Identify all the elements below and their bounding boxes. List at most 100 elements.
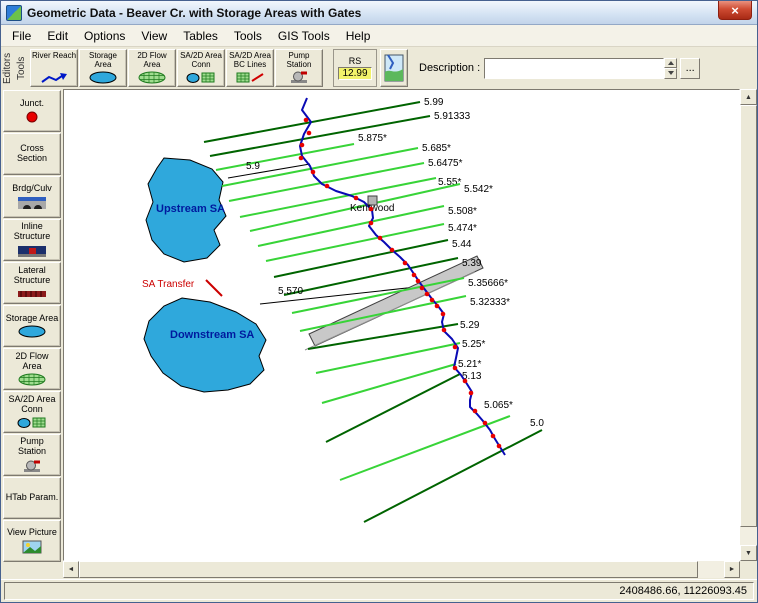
menu-item-help[interactable]: Help — [338, 26, 379, 46]
title-bar[interactable]: Geometric Data - Beaver Cr. with Storage… — [1, 1, 757, 25]
cross-section-line[interactable] — [274, 240, 448, 277]
station-label: 5.474* — [448, 223, 477, 234]
levee-band[interactable] — [309, 256, 483, 346]
bank-station-dot — [469, 391, 474, 396]
bank-station-dot — [311, 170, 316, 175]
bank-station-dot — [473, 409, 478, 414]
sa-2d-area-bc-lines-label: SA/2D Area BC Lines — [228, 52, 272, 70]
menu-item-tables[interactable]: Tables — [175, 26, 226, 46]
sidebar-item-label: SA/2D Area Conn — [5, 395, 59, 415]
bank-station-dot — [403, 261, 408, 266]
map-icon — [384, 54, 404, 82]
station-label: 5.35666* — [468, 278, 508, 289]
spinner-up-icon[interactable] — [664, 58, 677, 69]
cross-section-line[interactable] — [326, 374, 460, 442]
bank-station-dot — [453, 366, 458, 371]
rs-label: RS — [349, 56, 362, 66]
sidebar-item-label: Junct. — [20, 99, 44, 109]
menu-item-options[interactable]: Options — [76, 26, 133, 46]
annotation-label: SA Transfer — [142, 279, 195, 290]
bank-station-dot — [416, 279, 421, 284]
station-label: 5.21* — [458, 359, 481, 370]
sidebar-item-sa-2d-area-conn[interactable]: SA/2D Area Conn — [3, 391, 61, 433]
description-input[interactable] — [484, 58, 664, 79]
vertical-scroll-track[interactable] — [740, 105, 757, 545]
2d-flow-area-button[interactable]: 2D Flow Area — [128, 49, 176, 87]
sidebar-item-2d-flow-area[interactable]: 2D Flow Area — [3, 348, 61, 390]
bank-station-dot — [442, 328, 447, 333]
scroll-up-arrow-icon[interactable]: ▲ — [740, 89, 757, 105]
bank-station-dot — [378, 236, 383, 241]
interpolated-cross-section-line[interactable] — [216, 144, 354, 170]
sidebar-item-label: Brdg/Culv — [12, 184, 52, 194]
spinner-down-icon[interactable] — [664, 68, 677, 79]
scroll-left-arrow-icon[interactable]: ◄ — [63, 561, 79, 578]
sidebar-item-pump-station[interactable]: Pump Station — [3, 434, 61, 476]
interpolated-cross-section-line[interactable] — [266, 224, 444, 261]
toolbar-corner-labels: Editors Tools — [2, 49, 30, 87]
vertical-scroll-thumb[interactable] — [740, 105, 757, 527]
sidebar-item-inline-structure[interactable]: Inline Structure — [3, 219, 61, 261]
storage-area-polygon[interactable] — [144, 298, 266, 392]
levee-edge-line — [305, 272, 475, 350]
editors-vertical-label: Editors — [2, 49, 16, 87]
storage-area-label: Storage Area — [81, 52, 125, 70]
background-pictures-button[interactable] — [380, 49, 408, 87]
bank-station-dot — [325, 184, 330, 189]
bridge-culvert-icon — [17, 196, 47, 210]
sidebar-item-htab-param[interactable]: HTab Param. — [3, 477, 61, 519]
bank-station-dot — [412, 273, 417, 278]
scroll-down-arrow-icon[interactable]: ▼ — [740, 545, 757, 561]
schematic-svg[interactable]: Upstream SADownstream SA5.995.913335.875… — [64, 90, 739, 560]
sidebar-item-view-picture[interactable]: View Picture — [3, 520, 61, 562]
scroll-right-arrow-icon[interactable]: ► — [724, 561, 740, 578]
sidebar-item-storage-area[interactable]: Storage Area — [3, 305, 61, 347]
description-spinner[interactable] — [664, 58, 677, 79]
menu-item-gis-tools[interactable]: GIS Tools — [270, 26, 338, 46]
storage-area-label: Downstream SA — [170, 329, 254, 341]
storage-area-icon — [18, 325, 46, 338]
river-reach-button[interactable]: River Reach — [30, 49, 78, 87]
sa-transfer-line[interactable] — [206, 280, 222, 296]
junction-icon — [26, 111, 38, 123]
sa-2d-area-bc-lines-button[interactable]: SA/2D Area BC Lines — [226, 49, 274, 87]
station-label: 5.29 — [460, 320, 480, 331]
sidebar-item-bridge-culvert[interactable]: Brdg/Culv — [3, 176, 61, 218]
station-label: 5.6475* — [428, 158, 463, 169]
sidebar-item-cross-section[interactable]: Cross Section — [3, 133, 61, 175]
schematic-canvas[interactable]: Upstream SADownstream SA5.995.913335.875… — [63, 89, 740, 561]
bank-station-dot — [369, 221, 374, 226]
vertical-scrollbar[interactable]: ▲ ▼ — [740, 89, 757, 561]
pump-station-icon — [289, 70, 309, 84]
cross-section-line[interactable] — [364, 430, 542, 522]
menu-bar: File Edit Options View Tables Tools GIS … — [1, 25, 757, 47]
menu-item-tools[interactable]: Tools — [226, 26, 270, 46]
storage-area-button[interactable]: Storage Area — [79, 49, 127, 87]
station-label: 5.065* — [484, 400, 513, 411]
coordinate-display: 2408486.66, 11226093.45 — [4, 582, 754, 600]
horizontal-scrollbar[interactable]: ◄ ► — [63, 561, 740, 578]
interpolated-cross-section-line[interactable] — [340, 416, 510, 480]
bank-station-dot — [435, 304, 440, 309]
station-label: 5.508* — [448, 206, 477, 217]
sa-2d-area-conn-button[interactable]: SA/2D Area Conn — [177, 49, 225, 87]
close-button[interactable]: × — [718, 1, 752, 20]
pump-station-button[interactable]: Pump Station — [275, 49, 323, 87]
bank-station-dot — [390, 248, 395, 253]
sidebar-item-junction[interactable]: Junct. — [3, 90, 61, 132]
interpolated-cross-section-line[interactable] — [322, 364, 456, 403]
storage-area-label: Upstream SA — [156, 203, 225, 215]
menu-item-edit[interactable]: Edit — [39, 26, 76, 46]
horizontal-scroll-thumb[interactable] — [79, 561, 698, 578]
sidebar-item-label: 2D Flow Area — [5, 352, 59, 372]
horizontal-scroll-track[interactable] — [79, 561, 724, 578]
menu-item-file[interactable]: File — [4, 26, 39, 46]
sidebar-item-lateral-structure[interactable]: Lateral Structure — [3, 262, 61, 304]
inline-structure-icon — [17, 244, 47, 258]
menu-item-view[interactable]: View — [133, 26, 175, 46]
tools-vertical-label: Tools — [16, 49, 30, 87]
annotation-label: 5.9 — [246, 161, 260, 172]
bank-station-dot — [369, 207, 374, 212]
description-expand-button[interactable]: ... — [680, 58, 700, 79]
app-icon — [6, 5, 22, 21]
